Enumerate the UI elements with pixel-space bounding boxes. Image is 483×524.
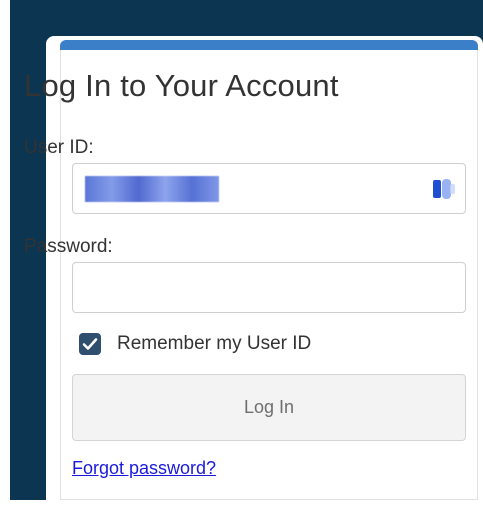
password-manager-icon[interactable] xyxy=(430,176,458,202)
forgot-password-link[interactable]: Forgot password? xyxy=(72,458,216,479)
card-accent-bar xyxy=(60,40,478,50)
remember-checkbox[interactable] xyxy=(79,333,101,355)
remember-user-id-option[interactable]: Remember my User ID xyxy=(79,333,311,355)
page-title: Log In to Your Account xyxy=(24,68,339,103)
user-id-label: User ID: xyxy=(24,137,94,158)
password-input[interactable] xyxy=(72,262,466,313)
remember-label: Remember my User ID xyxy=(117,333,312,354)
left-edge-strip xyxy=(0,0,10,524)
checkmark-icon xyxy=(82,338,98,350)
password-label: Password: xyxy=(24,236,113,257)
user-id-redacted-value xyxy=(85,176,219,202)
login-button[interactable]: Log In xyxy=(72,374,466,441)
